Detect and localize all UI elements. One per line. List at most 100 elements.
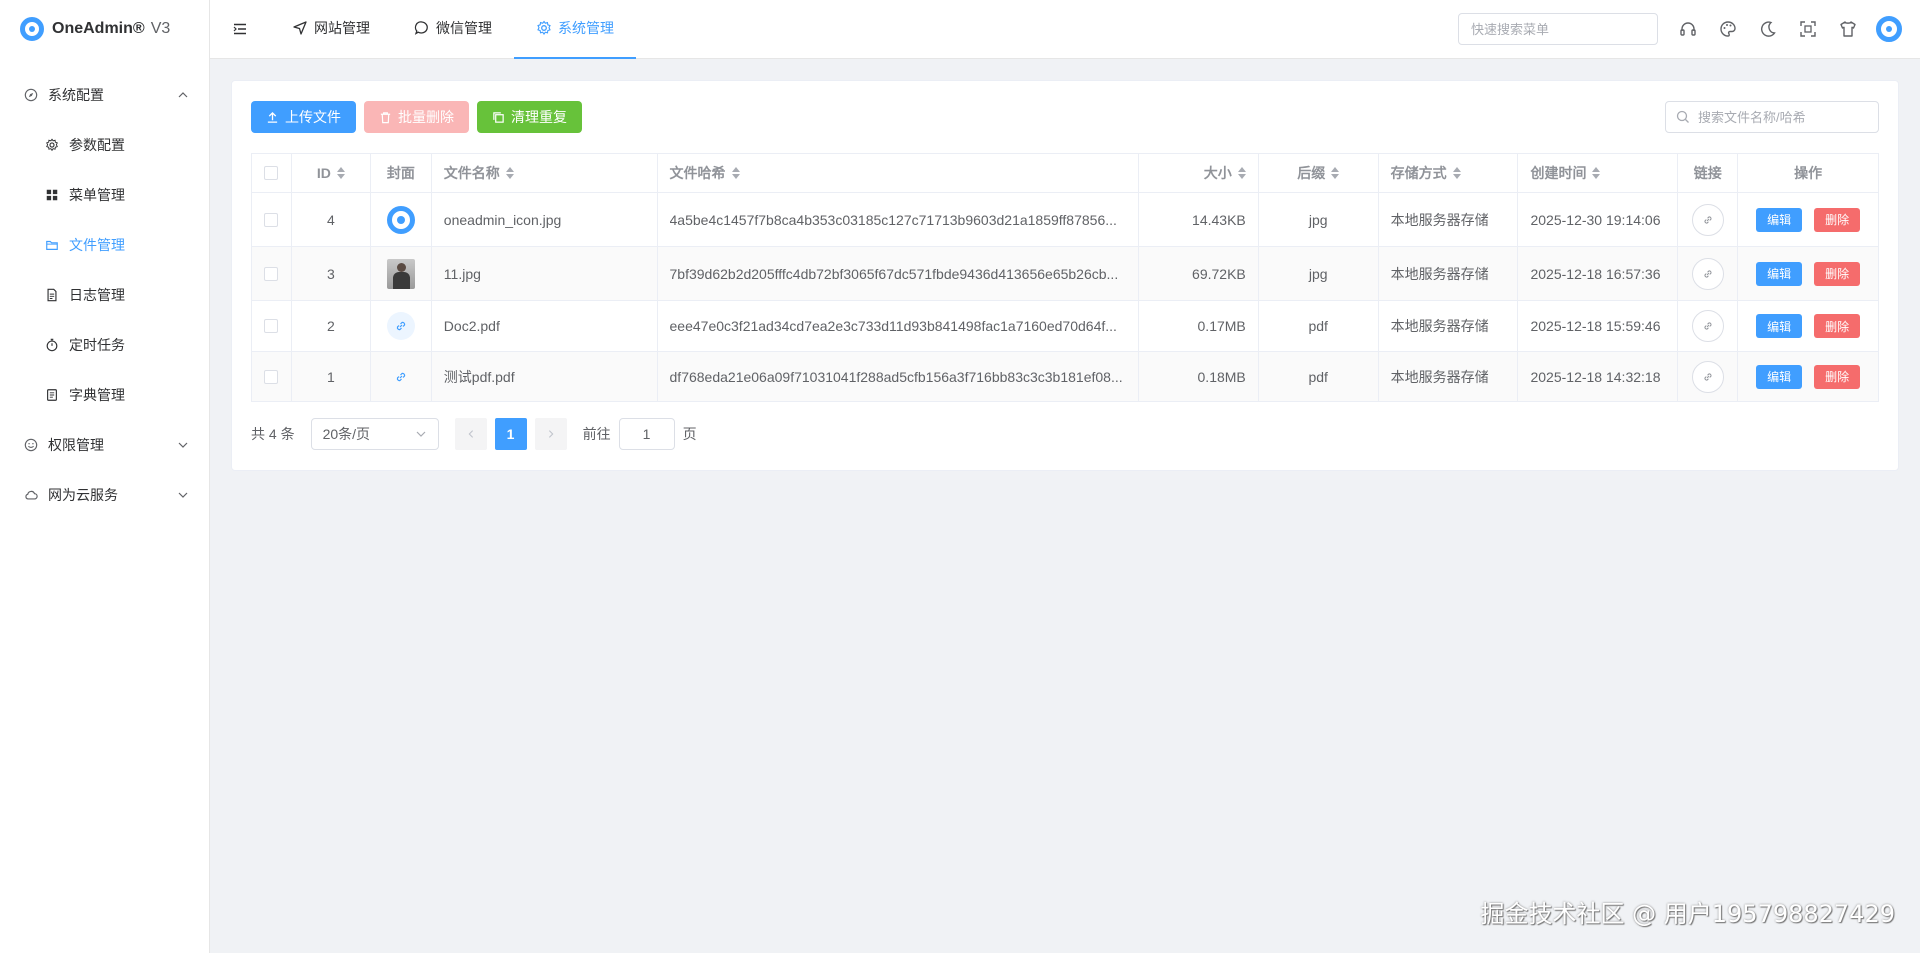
cell-storage: 本地服务器存储 xyxy=(1379,301,1519,351)
toolbar: 上传文件 批量删除 清理重复 xyxy=(251,101,1879,133)
page-number-button[interactable]: 1 xyxy=(494,418,527,450)
sidebar-item-label: 文件管理 xyxy=(69,237,125,253)
cell-size: 0.18MB xyxy=(1139,352,1259,401)
row-checkbox-cell xyxy=(252,301,292,351)
cell-storage: 本地服务器存储 xyxy=(1379,247,1519,300)
sidebar-item-params[interactable]: 参数配置 xyxy=(0,120,209,170)
sidebar-item-logs[interactable]: 日志管理 xyxy=(0,270,209,320)
upload-file-button[interactable]: 上传文件 xyxy=(251,101,356,133)
page-size-select[interactable]: 20条/页 xyxy=(310,418,439,450)
shirt-icon[interactable] xyxy=(1838,19,1858,39)
column-label: 创建时间 xyxy=(1530,165,1587,181)
cell-ext: jpg xyxy=(1259,247,1379,300)
cell-hash: 7bf39d62b2d205fffc4db72bf3065f67dc571fbd… xyxy=(658,247,1139,300)
row-checkbox[interactable] xyxy=(264,369,279,384)
document-icon xyxy=(45,288,59,302)
hash-text: 7bf39d62b2d205fffc4db72bf3065f67dc571fbd… xyxy=(669,265,1119,282)
edit-button[interactable]: 编辑 xyxy=(1756,314,1803,338)
column-header-hash[interactable]: 文件哈希 xyxy=(658,154,1139,192)
sidebar-item-menus[interactable]: 菜单管理 xyxy=(0,170,209,220)
headset-icon[interactable] xyxy=(1678,19,1698,39)
edit-button[interactable]: 编辑 xyxy=(1756,207,1803,232)
copy-link-button[interactable] xyxy=(1691,203,1724,236)
cloud-icon xyxy=(24,488,38,502)
menu-group-permissions[interactable]: 权限管理 xyxy=(0,420,209,470)
menu-group-system-config[interactable]: 系统配置 xyxy=(0,70,209,120)
column-header-size[interactable]: 大小 xyxy=(1139,154,1259,192)
cell-actions: 编辑 删除 xyxy=(1738,301,1878,351)
goto-page-input[interactable] xyxy=(618,418,675,450)
select-all-checkbox[interactable] xyxy=(264,166,279,180)
file-thumbnail[interactable] xyxy=(387,363,415,391)
column-header-cover: 封面 xyxy=(371,154,432,192)
logo-text: OneAdmin® xyxy=(52,20,145,37)
cell-link xyxy=(1678,247,1739,300)
file-search-input[interactable] xyxy=(1698,109,1868,125)
copy-link-button[interactable] xyxy=(1691,360,1724,393)
edit-button[interactable]: 编辑 xyxy=(1756,364,1803,389)
sort-icon xyxy=(731,167,740,179)
next-page-button[interactable] xyxy=(534,418,567,450)
hash-text: df768eda21e06a09f71031041f288ad5cfb156a3… xyxy=(669,368,1123,385)
copy-link-button[interactable] xyxy=(1691,257,1724,290)
collapse-menu-button[interactable] xyxy=(210,0,270,58)
stopwatch-icon xyxy=(45,338,59,352)
fullscreen-icon[interactable] xyxy=(1798,19,1818,39)
row-checkbox[interactable] xyxy=(264,319,279,333)
page-size-value: 20条/页 xyxy=(322,426,371,442)
link-icon xyxy=(1704,322,1712,330)
moon-icon[interactable] xyxy=(1758,19,1778,39)
file-thumbnail[interactable] xyxy=(386,312,415,340)
palette-icon[interactable] xyxy=(1718,19,1738,39)
cell-name: 测试pdf.pdf xyxy=(432,352,658,401)
column-header-created[interactable]: 创建时间 xyxy=(1518,154,1679,192)
tab-wechat[interactable]: 微信管理 xyxy=(392,0,514,59)
tab-label: 微信管理 xyxy=(436,20,492,36)
delete-button[interactable]: 删除 xyxy=(1814,364,1861,389)
sort-icon xyxy=(1452,167,1461,179)
row-checkbox[interactable] xyxy=(264,212,279,227)
cell-ext: jpg xyxy=(1259,193,1379,246)
pagination: 共 4 条 20条/页 1 前往 页 xyxy=(251,418,697,450)
column-header-name[interactable]: 文件名称 xyxy=(432,154,658,192)
batch-delete-label: 批量删除 xyxy=(398,109,454,125)
sidebar-item-tasks[interactable]: 定时任务 xyxy=(0,320,209,370)
column-header-id[interactable]: ID xyxy=(292,154,371,192)
gear-icon xyxy=(45,138,59,152)
delete-button[interactable]: 删除 xyxy=(1814,261,1861,286)
chat-icon xyxy=(414,20,430,36)
gear-icon xyxy=(536,20,552,36)
user-avatar[interactable] xyxy=(1876,16,1902,42)
sidebar-item-files[interactable]: 文件管理 xyxy=(0,220,209,270)
menu-group-cloud[interactable]: 网为云服务 xyxy=(0,470,209,520)
link-icon xyxy=(1704,372,1712,381)
column-header-storage[interactable]: 存储方式 xyxy=(1379,154,1519,192)
tab-system[interactable]: 系统管理 xyxy=(514,0,636,59)
page-suffix: 页 xyxy=(682,426,697,442)
prev-page-button[interactable] xyxy=(454,418,487,450)
file-thumbnail[interactable] xyxy=(386,205,415,234)
trash-icon xyxy=(379,111,392,124)
logo-icon xyxy=(20,17,44,41)
cell-hash: df768eda21e06a09f71031041f288ad5cfb156a3… xyxy=(658,352,1139,401)
chevron-down-icon xyxy=(177,489,189,501)
clean-duplicates-button[interactable]: 清理重复 xyxy=(477,101,582,133)
sidebar-item-dict[interactable]: 字典管理 xyxy=(0,370,209,420)
delete-button[interactable]: 删除 xyxy=(1814,314,1861,338)
sort-icon xyxy=(1331,167,1340,179)
table-row: 3 11.jpg 7bf39d62b2d205fffc4db72bf3065f6… xyxy=(252,247,1878,301)
batch-delete-button[interactable]: 批量删除 xyxy=(364,101,469,133)
quick-search-input[interactable] xyxy=(1458,13,1658,45)
edit-button[interactable]: 编辑 xyxy=(1756,261,1803,286)
sidebar-menu: 系统配置 参数配置 菜单管理 文件管理 日志管理 定时任务 字典管理 权限管理 … xyxy=(0,70,209,520)
row-checkbox[interactable] xyxy=(264,266,279,281)
tab-website[interactable]: 网站管理 xyxy=(270,0,392,59)
copy-link-button[interactable] xyxy=(1691,310,1724,342)
hash-text: eee47e0c3f21ad34cd7ea2e3c733d11d93b84149… xyxy=(669,318,1117,334)
row-checkbox-cell xyxy=(252,193,292,246)
file-thumbnail[interactable] xyxy=(386,258,415,289)
delete-button[interactable]: 删除 xyxy=(1814,207,1861,232)
column-header-ext[interactable]: 后缀 xyxy=(1259,154,1379,192)
cell-created: 2025-12-18 16:57:36 xyxy=(1518,247,1679,300)
logo[interactable]: OneAdmin® V3 xyxy=(0,0,209,58)
